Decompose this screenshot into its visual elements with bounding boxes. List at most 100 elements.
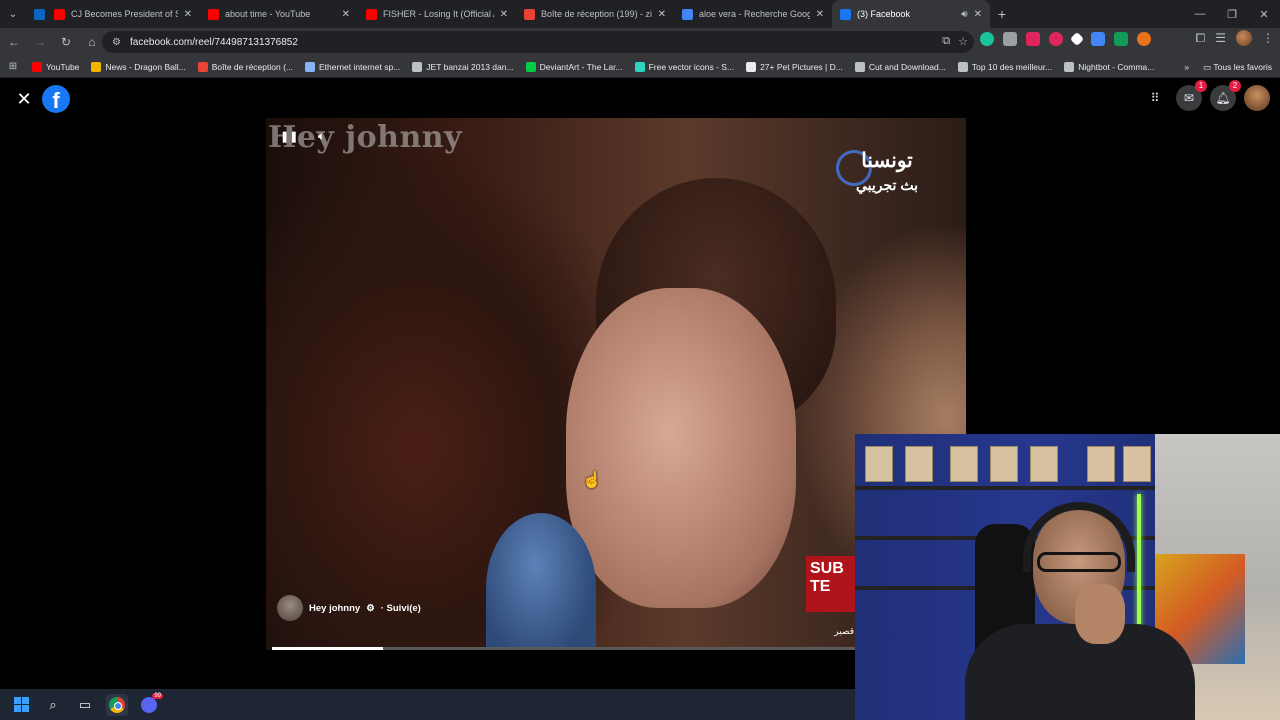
- browser-tab[interactable]: (3) Facebook 🔊︎ ✕: [832, 0, 990, 28]
- pause-icon[interactable]: ❚❚: [280, 130, 298, 143]
- close-tab-icon[interactable]: ✕: [974, 9, 982, 20]
- video-frame-microphone: [486, 513, 596, 650]
- browser-tab[interactable]: Boîte de réception (199) - zidil ✕: [516, 0, 674, 28]
- more-bookmarks-icon[interactable]: »: [1184, 62, 1189, 72]
- tab-search-button[interactable]: ⌄: [0, 0, 26, 28]
- video-bottom-text: قصير: [834, 626, 854, 636]
- bookmark-favicon-icon: [197, 61, 208, 72]
- toolbar-right: ⧠ ☰ ⋮: [1196, 30, 1274, 46]
- bookmark-item[interactable]: News - Dragon Ball...: [85, 61, 191, 72]
- facebook-top-actions: ⠿ ✉ 1 🔔︎ 2: [1142, 80, 1270, 111]
- back-icon[interactable]: ←: [2, 30, 26, 54]
- bookmark-item[interactable]: Cut and Download...: [849, 61, 952, 72]
- menu-grid-icon[interactable]: ⠿: [1142, 85, 1168, 111]
- close-tab-icon[interactable]: ✕: [658, 9, 666, 20]
- reload-icon[interactable]: ↻: [54, 30, 78, 54]
- channel-logo-subtitle: بث تجريبي: [856, 177, 918, 193]
- webcam-hand: [1075, 584, 1125, 644]
- bookmark-label: JET banzai 2013 dan...: [426, 61, 514, 72]
- install-app-icon[interactable]: ⧉: [942, 35, 950, 48]
- discord-icon[interactable]: 99: [138, 692, 163, 716]
- tab-strip: ⌄ CJ Becomes President of San A✕about ti…: [0, 0, 1280, 28]
- close-tab-icon[interactable]: ✕: [816, 9, 824, 20]
- browser-tab[interactable]: CJ Becomes President of San A ✕: [46, 0, 200, 28]
- tab-title: about time - YouTube: [225, 9, 311, 19]
- bookmark-item[interactable]: DeviantArt - The Lar...: [520, 61, 629, 72]
- reading-list-icon[interactable]: ☰: [1215, 31, 1226, 45]
- bookmark-label: 27+ Pet Pictures | D...: [760, 61, 843, 72]
- forward-icon[interactable]: →: [28, 30, 52, 54]
- file-explorer-icon[interactable]: ▭: [74, 694, 96, 716]
- video-progress-fill: [272, 647, 383, 650]
- address-bar[interactable]: ⚙ facebook.com/reel/744987131376852 ⧉ ☆: [102, 31, 974, 53]
- owner-avatar[interactable]: [277, 595, 303, 621]
- browser-tab[interactable]: aloe vera - Recherche Google ✕: [674, 0, 832, 28]
- bookmark-star-icon[interactable]: ☆: [958, 35, 968, 48]
- window-controls: — ❐ ✕: [1184, 0, 1280, 28]
- webcam-shelf: [855, 486, 1155, 490]
- bookmark-item[interactable]: Top 10 des meilleur...: [952, 61, 1058, 72]
- bookmark-item[interactable]: JET banzai 2013 dan...: [406, 61, 519, 72]
- messenger-icon[interactable]: ✉ 1: [1176, 80, 1207, 111]
- tabs-container: CJ Becomes President of San A✕about time…: [26, 0, 990, 28]
- webcam-poster: [1087, 446, 1115, 482]
- profile-avatar[interactable]: [1236, 30, 1252, 46]
- home-icon[interactable]: ⌂: [80, 30, 104, 54]
- webcam-overlay: [855, 434, 1280, 720]
- search-icon[interactable]: ⌕: [42, 694, 64, 716]
- all-bookmarks-folder[interactable]: ▭ Tous les favoris: [1203, 62, 1272, 73]
- new-tab-button[interactable]: +: [990, 6, 1014, 22]
- close-icon[interactable]: ✕: [14, 89, 34, 109]
- youtube-icon: [54, 8, 65, 20]
- bookmarks-right: » ▭ Tous les favoris: [1184, 56, 1272, 78]
- browser-menu-icon[interactable]: ⋮: [1262, 31, 1274, 45]
- close-tab-icon[interactable]: ✕: [500, 9, 508, 20]
- extensions-puzzle-icon[interactable]: ⧠: [1196, 31, 1206, 46]
- video-frame-face: [566, 288, 796, 608]
- owner-name[interactable]: Hey johnny: [309, 603, 360, 614]
- bookmark-label: Nightbot - Comma...: [1078, 61, 1155, 72]
- tab-title: (3) Facebook: [857, 9, 911, 19]
- channel-logo: تونسنا بث تجريبي: [848, 148, 926, 194]
- browser-tab[interactable]: about time - YouTube ✕: [200, 0, 358, 28]
- browser-tab[interactable]: [26, 0, 46, 28]
- maximize-icon[interactable]: ❐: [1216, 0, 1248, 28]
- facebook-logo-icon[interactable]: f: [42, 85, 70, 113]
- extension-icon[interactable]: [1049, 32, 1063, 46]
- bookmark-item[interactable]: 27+ Pet Pictures | D...: [740, 61, 849, 72]
- close-tab-icon[interactable]: ✕: [342, 9, 350, 20]
- bookmark-item[interactable]: Boîte de réception (...: [192, 61, 299, 72]
- extension-icon[interactable]: [1137, 32, 1151, 46]
- bookmark-favicon-icon: [412, 61, 423, 72]
- webcam-poster: [905, 446, 933, 482]
- bookmark-item[interactable]: Ethernet internet sp...: [299, 61, 406, 72]
- close-tab-icon[interactable]: ✕: [184, 9, 192, 20]
- minimize-icon[interactable]: —: [1184, 0, 1216, 28]
- tab-title: Boîte de réception (199) - zidil: [541, 9, 652, 19]
- notifications-bell-icon[interactable]: 🔔︎ 2: [1210, 80, 1241, 111]
- audio-playing-icon[interactable]: 🔊︎: [961, 9, 967, 20]
- extension-icon[interactable]: [980, 32, 994, 46]
- apps-grid-icon[interactable]: ⊞: [0, 61, 26, 72]
- extension-icon[interactable]: [1026, 32, 1040, 46]
- browser-tab[interactable]: FISHER - Losing It (Official Aud ✕: [358, 0, 516, 28]
- extension-icon[interactable]: [1091, 32, 1105, 46]
- bookmark-favicon-icon: [1064, 61, 1075, 72]
- camera-extension-icon[interactable]: [1003, 32, 1017, 46]
- close-window-icon[interactable]: ✕: [1248, 0, 1280, 28]
- video-progress-bar[interactable]: [272, 647, 856, 650]
- follow-status[interactable]: · Suivi(e): [381, 603, 421, 614]
- bookmark-item[interactable]: Nightbot - Comma...: [1058, 61, 1160, 72]
- extension-icon[interactable]: [1069, 31, 1085, 47]
- os-taskbar: ⌕ ▭ 99: [0, 689, 855, 720]
- bookmark-item[interactable]: Free vector icons - S...: [629, 61, 741, 72]
- volume-icon[interactable]: 🔈︎: [318, 129, 325, 144]
- extension-icon[interactable]: [1114, 32, 1128, 46]
- windows-start-icon[interactable]: [10, 694, 32, 716]
- discord-badge: 99: [152, 692, 163, 699]
- account-avatar[interactable]: [1244, 85, 1270, 111]
- chrome-icon[interactable]: [106, 693, 128, 716]
- bookmark-item[interactable]: YouTube: [26, 61, 85, 72]
- tab-title: CJ Becomes President of San A: [71, 9, 178, 19]
- site-info-icon[interactable]: ⚙: [112, 37, 124, 48]
